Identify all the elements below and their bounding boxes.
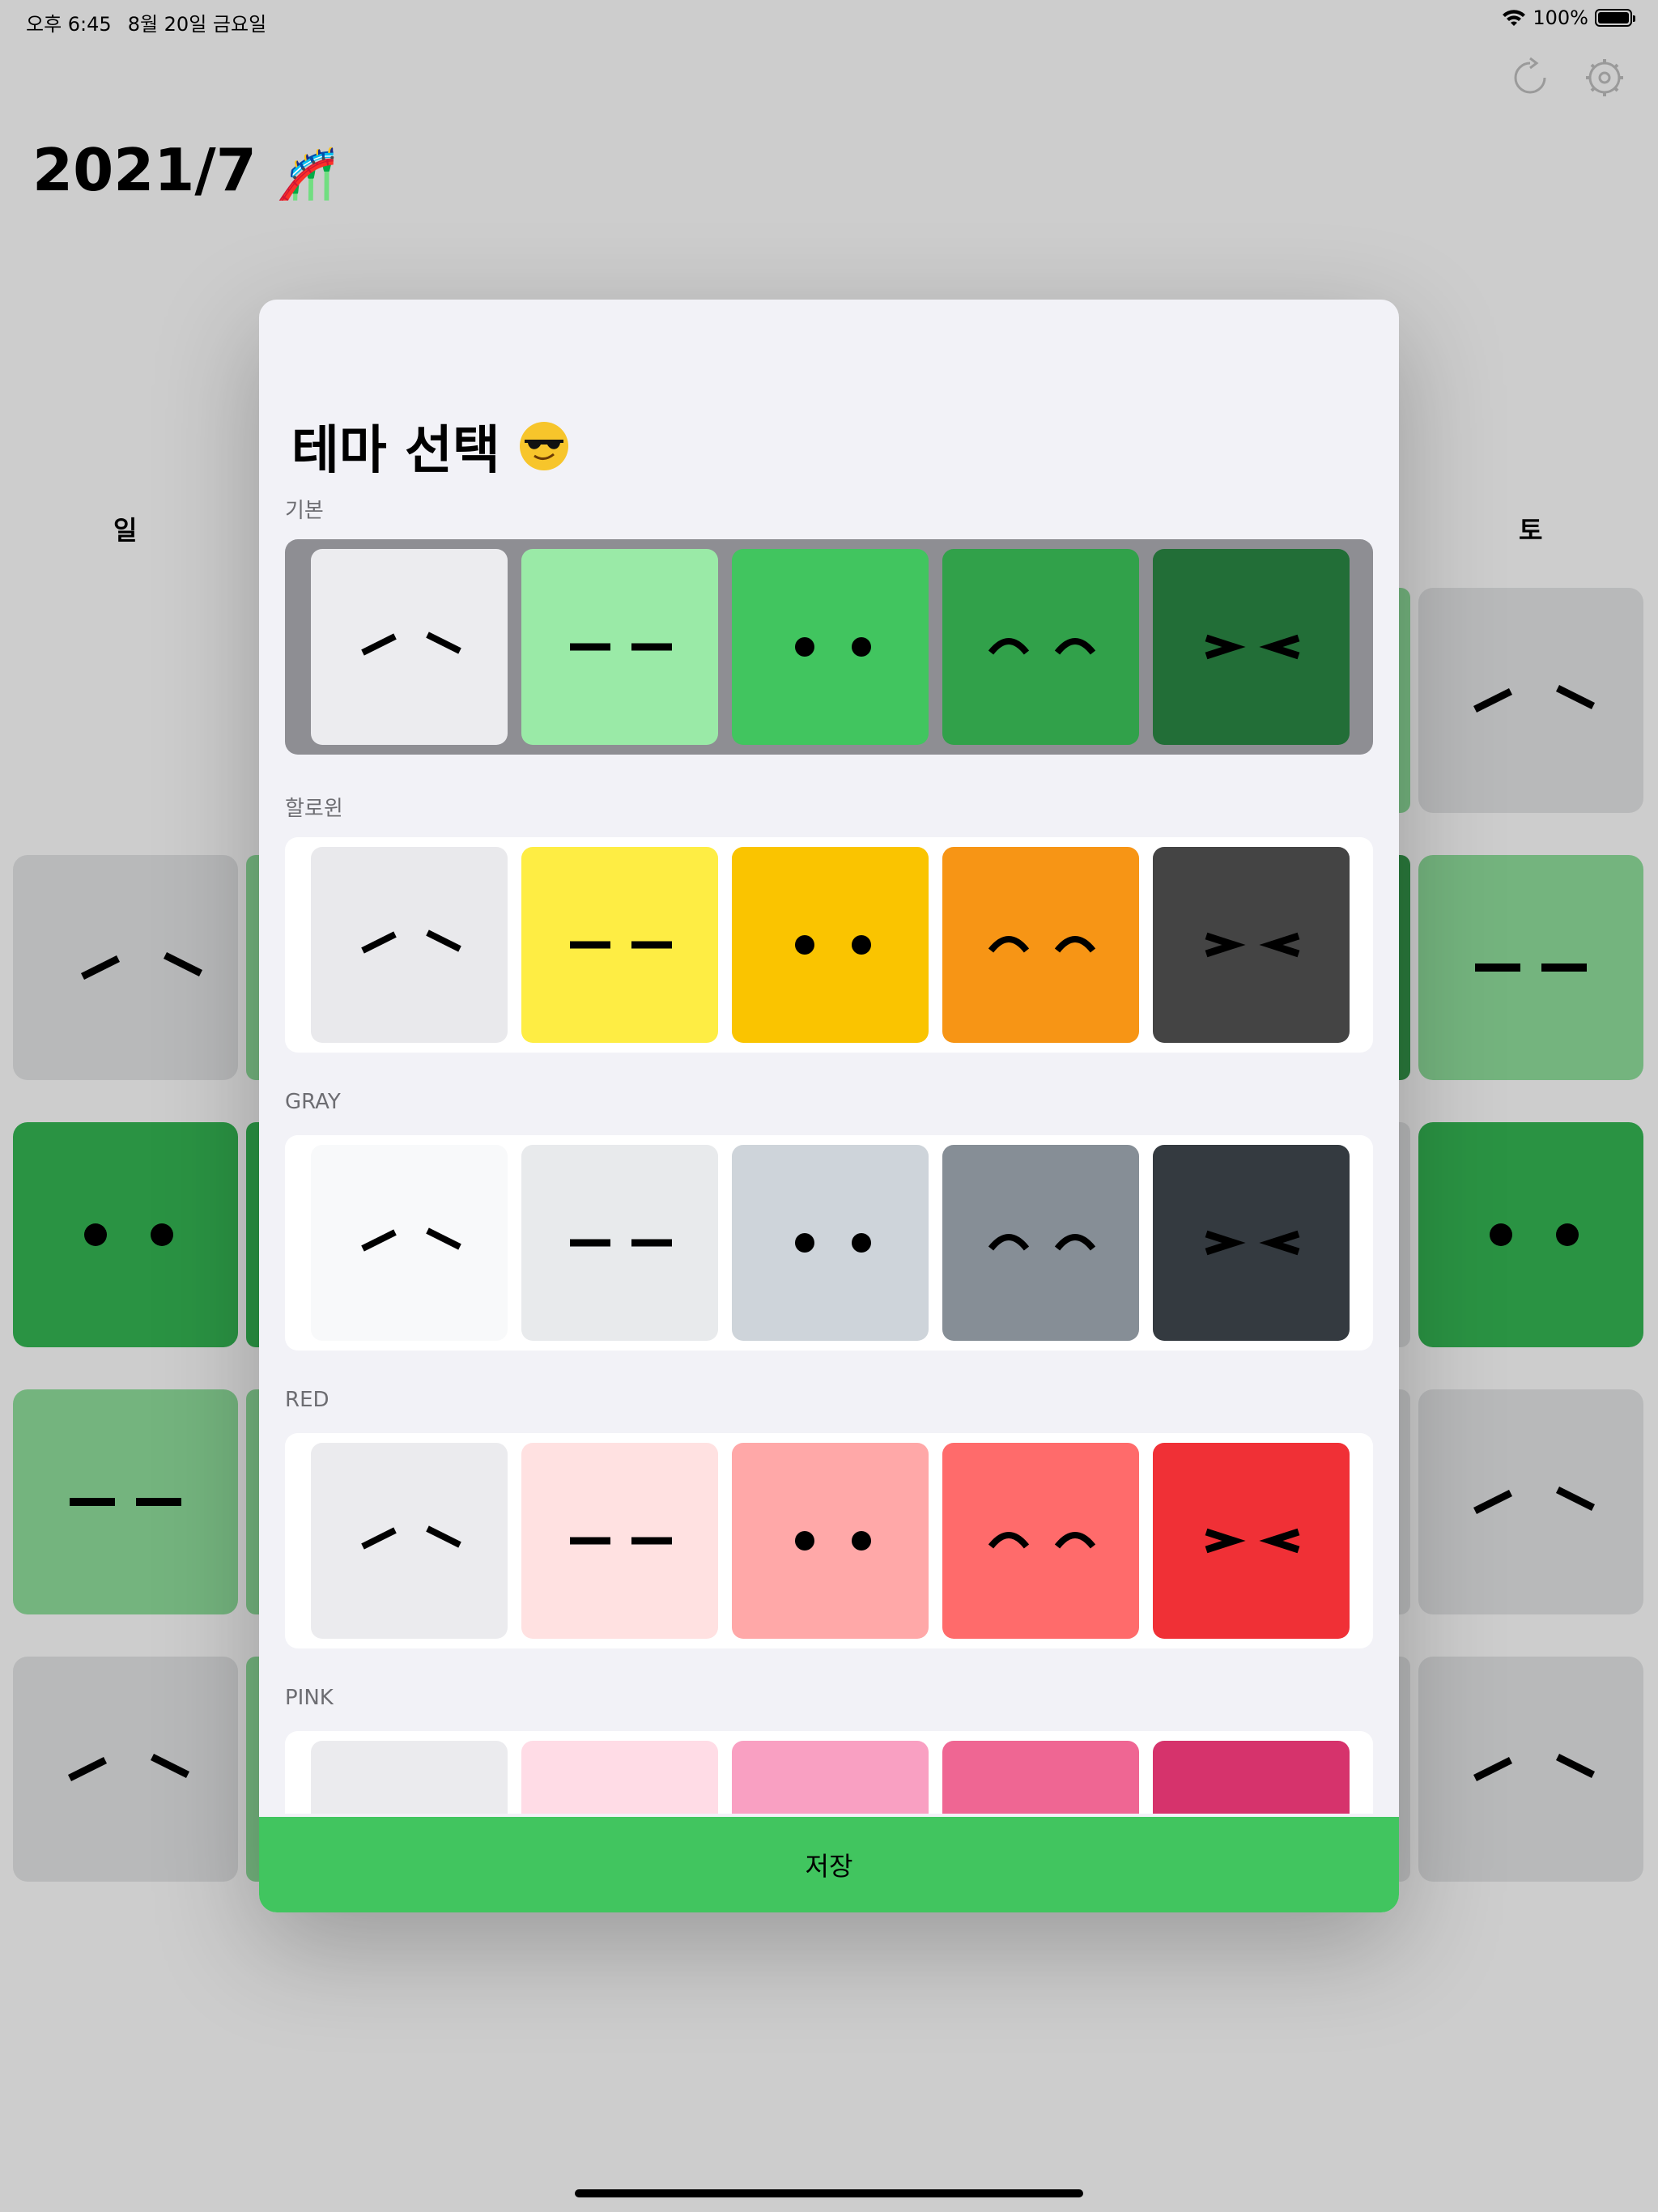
slash-eyes-icon [361, 1227, 461, 1252]
calendar-day-tile[interactable] [1418, 588, 1643, 813]
slash-eyes-icon [361, 1525, 461, 1550]
arch-eyes-icon [942, 1741, 1139, 1814]
theme-swatch [942, 847, 1139, 1043]
squint-eyes-icon [1205, 1528, 1300, 1554]
calendar-day-tile[interactable] [13, 1657, 238, 1882]
squint-eyes-icon [1205, 634, 1300, 660]
wifi-icon [1503, 10, 1526, 26]
battery-percent: 100% [1533, 6, 1588, 29]
theme-palette-option[interactable] [285, 1731, 1373, 1814]
squint-eyes-icon [1153, 1741, 1350, 1814]
theme-list[interactable]: 기본할로윈 GRAY RED PINK [285, 494, 1373, 1814]
calendar-day-tile[interactable] [13, 1389, 238, 1614]
theme-swatch [1153, 1443, 1350, 1639]
theme-swatch [1153, 1145, 1350, 1341]
settings-icon[interactable] [1584, 57, 1626, 99]
battery-icon [1595, 9, 1635, 27]
home-indicator [575, 2189, 1083, 2197]
dash-eyes-icon [570, 941, 672, 949]
theme-section-label: RED [285, 1388, 329, 1412]
squint-eyes-icon [1205, 1230, 1300, 1256]
theme-swatch [732, 1741, 929, 1814]
status-time: 오후 6:45 [26, 13, 112, 36]
theme-swatch [1153, 1741, 1350, 1814]
theme-section: RED [285, 1388, 1373, 1648]
arch-eyes-icon [988, 1234, 1096, 1251]
calendar-day-tile[interactable] [1418, 1389, 1643, 1614]
dot-eyes-icon [795, 1531, 871, 1551]
arch-eyes-icon [988, 1532, 1096, 1549]
sunglasses-emoji-icon [519, 422, 568, 470]
theme-swatch [311, 1443, 508, 1639]
modal-title: 테마 선택 [291, 409, 570, 483]
status-bar-right: 100% [1502, 6, 1635, 29]
theme-palette-option[interactable] [285, 837, 1373, 1053]
refresh-icon[interactable] [1509, 57, 1551, 99]
slash-eyes-icon [311, 1741, 508, 1814]
theme-swatch [521, 1145, 718, 1341]
dash-eyes-icon [570, 1239, 672, 1247]
dot-eyes-icon [795, 637, 871, 657]
slash-eyes-icon [361, 929, 461, 954]
theme-picker-modal: 테마 선택 기본할로윈 GRAY RED PINK 저장 [259, 300, 1399, 1912]
theme-swatch [942, 1443, 1139, 1639]
dash-eyes-icon [570, 1537, 672, 1545]
theme-section-label: 기본 [285, 499, 324, 523]
theme-swatch [1153, 549, 1350, 745]
roller-coaster-emoji-icon: 🎢 [276, 146, 338, 202]
theme-swatch [521, 549, 718, 745]
theme-swatch [311, 847, 508, 1043]
theme-swatch [311, 1741, 508, 1814]
month-label: 2021/7 [32, 136, 257, 204]
theme-swatch [1153, 847, 1350, 1043]
dot-eyes-icon [732, 1741, 929, 1814]
theme-swatch [732, 847, 929, 1043]
calendar-day-tile[interactable] [13, 1122, 238, 1347]
dot-eyes-icon [795, 1233, 871, 1253]
theme-section-label: GRAY [285, 1090, 341, 1114]
theme-swatch [732, 549, 929, 745]
theme-swatch [942, 1741, 1139, 1814]
theme-swatch [311, 549, 508, 745]
status-bar-left: 오후 6:45 8월 20일 금요일 [26, 8, 266, 36]
calendar-day-tile[interactable] [1418, 1657, 1643, 1882]
dot-eyes-icon [795, 935, 871, 955]
weekday-sunday: 일 [113, 515, 138, 546]
theme-palette-option[interactable] [285, 539, 1373, 755]
theme-section: GRAY [285, 1090, 1373, 1351]
month-header: 2021/7 🎢 [32, 136, 338, 204]
theme-section: 할로윈 [285, 792, 1373, 1053]
theme-swatch [942, 1145, 1139, 1341]
save-button[interactable]: 저장 [259, 1817, 1399, 1912]
dash-eyes-icon [570, 643, 672, 651]
dash-eyes-icon [521, 1741, 718, 1814]
theme-palette-option[interactable] [285, 1135, 1373, 1351]
calendar-day-tile[interactable] [1418, 1122, 1643, 1347]
slash-eyes-icon [361, 632, 461, 656]
arch-eyes-icon [988, 638, 1096, 655]
weekday-saturday: 토 [1519, 515, 1543, 546]
theme-swatch [521, 1443, 718, 1639]
calendar-day-tile[interactable] [1418, 855, 1643, 1080]
calendar-day-tile[interactable] [13, 855, 238, 1080]
status-date: 8월 20일 금요일 [127, 13, 267, 36]
theme-swatch [942, 549, 1139, 745]
theme-swatch [732, 1145, 929, 1341]
theme-section: 기본 [285, 494, 1373, 755]
theme-section-label: PINK [285, 1686, 334, 1710]
theme-palette-option[interactable] [285, 1433, 1373, 1648]
theme-swatch [521, 1741, 718, 1814]
top-toolbar [1509, 57, 1626, 99]
modal-title-text: 테마 선택 [291, 421, 500, 481]
theme-section-label: 할로윈 [285, 797, 343, 821]
theme-section: PINK [285, 1686, 1373, 1814]
theme-swatch [311, 1145, 508, 1341]
squint-eyes-icon [1205, 932, 1300, 958]
arch-eyes-icon [988, 936, 1096, 953]
theme-swatch [521, 847, 718, 1043]
theme-swatch [732, 1443, 929, 1639]
